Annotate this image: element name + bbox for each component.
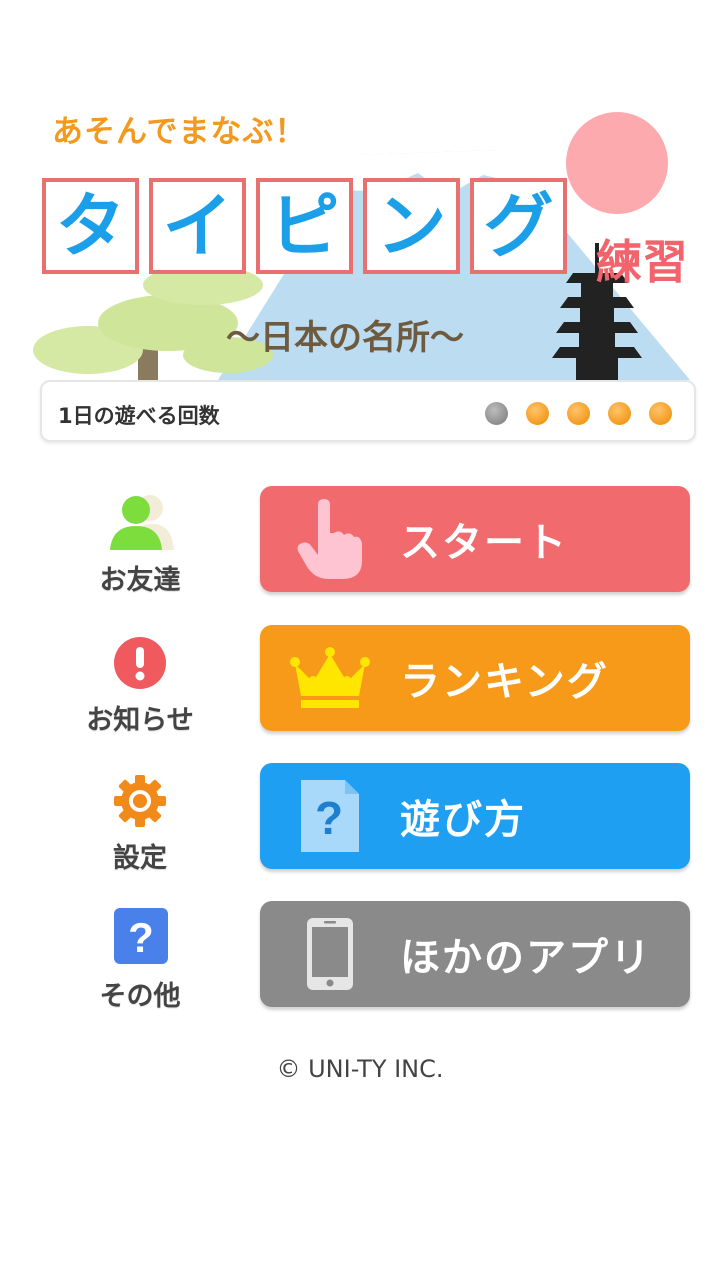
settings-label: 設定: [113, 843, 167, 874]
settings-button[interactable]: 設定: [70, 774, 210, 875]
gear-icon: [114, 775, 166, 827]
news-button[interactable]: お知らせ: [70, 636, 210, 737]
ranking-button[interactable]: ランキング: [260, 625, 690, 731]
start-button[interactable]: スタート: [260, 486, 690, 592]
ranking-label: ランキング: [400, 659, 609, 705]
how-to-play-label: 遊び方: [400, 797, 526, 843]
tagline: あそんでまなぶ！: [52, 114, 307, 150]
play-count-dot: [526, 402, 549, 425]
other-apps-label: ほかのアプリ: [400, 935, 652, 981]
copyright: © UNI-TY INC.: [276, 1055, 444, 1083]
svg-text:?: ?: [128, 914, 154, 961]
pointing-hand-icon: [260, 486, 400, 592]
question-icon: ?: [114, 908, 168, 964]
help-document-icon: ?: [260, 763, 400, 869]
play-count-bar: 1日の遊べる回数: [40, 380, 696, 442]
crown-icon: [260, 625, 400, 731]
title-char: ン: [363, 178, 460, 274]
play-count-dot: [608, 402, 631, 425]
other-apps-button[interactable]: ほかのアプリ: [260, 901, 690, 1007]
friends-label: お友達: [99, 565, 181, 596]
play-count-dot: [485, 402, 508, 425]
svg-text:?: ?: [315, 792, 343, 844]
other-button[interactable]: ? その他: [70, 906, 210, 1013]
play-count-indicator: [485, 402, 672, 425]
exclamation-icon: [114, 637, 166, 689]
play-count-dot: [567, 402, 590, 425]
other-label: その他: [99, 981, 181, 1012]
friends-button[interactable]: お友達: [70, 492, 210, 597]
title-char: グ: [470, 178, 567, 274]
how-to-play-button[interactable]: ? 遊び方: [260, 763, 690, 869]
title-char: タ: [42, 178, 139, 274]
subtitle: 〜日本の名所〜: [226, 318, 464, 358]
play-count-label: 1日の遊べる回数: [58, 404, 220, 428]
smartphone-icon: [260, 901, 400, 1007]
title-char: ピ: [256, 178, 353, 274]
friends-icon: [110, 495, 174, 550]
app-title: タ イ ピ ン グ: [42, 178, 567, 278]
play-count-dot: [649, 402, 672, 425]
title-char: イ: [149, 178, 246, 274]
news-label: お知らせ: [86, 705, 194, 736]
title-suffix: 練習: [596, 235, 688, 289]
start-label: スタート: [400, 520, 568, 566]
sun-shape: [566, 112, 668, 214]
